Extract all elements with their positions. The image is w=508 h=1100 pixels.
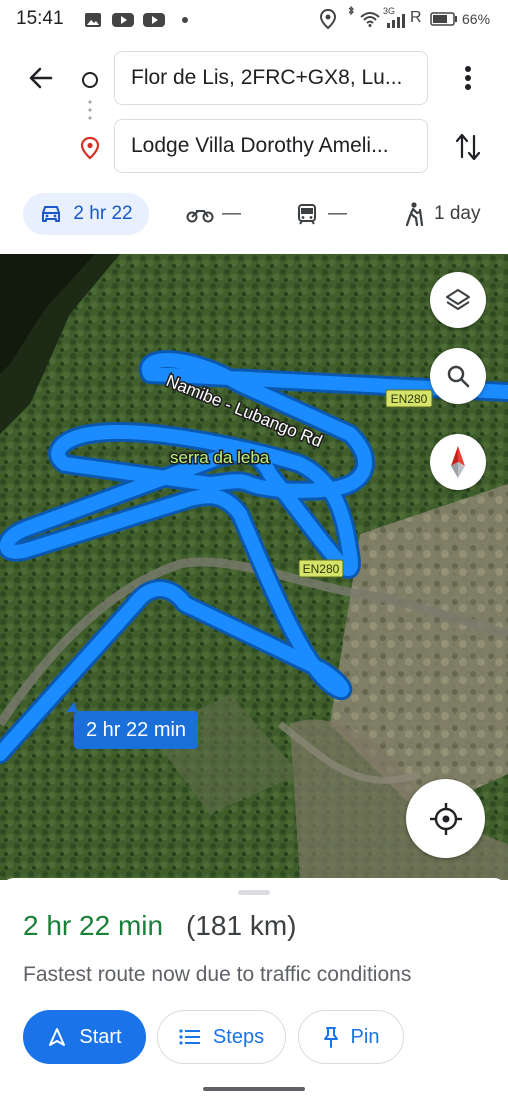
my-location-button[interactable] [406,779,485,858]
wifi-icon [360,12,380,27]
status-bar: 15:41 3G R 66% [0,0,508,38]
more-options-button[interactable] [458,64,478,97]
sheet-drag-handle[interactable] [238,890,270,895]
compass-button[interactable] [430,434,486,490]
place-label: serra da leba [170,448,270,467]
battery-icon [430,12,457,26]
back-arrow-icon [29,67,53,89]
notification-dot-icon [182,17,188,23]
navigation-arrow-icon [49,1028,66,1046]
back-button[interactable] [26,64,54,97]
svg-text:EN280: EN280 [391,392,428,406]
pin-button[interactable]: Pin [298,1010,404,1064]
map-view[interactable]: Namibe - Lubango Rd serra da leba EN280 … [0,254,508,880]
my-location-icon [429,802,462,835]
route-dots-icon [88,100,92,120]
mode-transit-tab[interactable]: — [296,193,347,235]
destination-field[interactable]: Lodge Villa Dorothy Ameli... [114,119,428,173]
transit-duration: — [328,203,347,224]
destination-pin-icon [80,136,100,160]
mode-drive-tab[interactable]: 2 hr 22 [23,193,149,235]
motorcycle-duration: — [222,203,241,224]
bluetooth-icon [348,6,354,16]
transit-icon [298,204,316,225]
road-shield-en280-top: EN280 [385,389,433,408]
search-icon [447,365,470,388]
route-duration-callout[interactable]: 2 hr 22 min [74,711,199,749]
layers-icon [446,289,470,310]
gallery-icon [85,13,101,27]
more-vert-icon [465,66,471,90]
origin-circle-icon [82,72,98,88]
route-note: Fastest route now due to traffic conditi… [23,963,412,986]
route-duration: 2 hr 22 min [23,910,164,941]
signal-icon [387,14,405,28]
motorcycle-icon [186,210,214,223]
youtube-icon [112,13,134,27]
start-label: Start [79,1025,122,1048]
search-along-route-button[interactable] [430,348,486,404]
status-time: 15:41 [16,8,64,29]
car-icon [42,206,61,222]
origin-field[interactable]: Flor de Lis, 2FRC+GX8, Lu... [114,51,428,105]
pin-icon [323,1027,338,1048]
youtube-icon-2 [143,13,165,27]
location-icon [320,9,336,29]
pin-label: Pin [350,1025,380,1048]
route-distance: (181 km) [186,910,297,941]
layers-button[interactable] [430,272,486,328]
carrier-letter: R [410,9,422,26]
compass-icon [451,446,465,478]
hiking-icon [405,202,424,227]
svg-text:EN280: EN280 [303,562,340,576]
gesture-nav-bar[interactable] [203,1087,305,1091]
walk-duration: 1 day [434,203,481,224]
steps-button[interactable]: Steps [157,1010,286,1064]
route-callout-text: 2 hr 22 min [86,718,187,741]
route-summary-sheet[interactable]: 2 hr 22 min (181 km) Fastest route now d… [0,878,508,1100]
steps-label: Steps [212,1025,265,1048]
destination-text: Lodge Villa Dorothy Ameli... [131,134,389,157]
swap-vert-icon [455,133,481,161]
drive-duration: 2 hr 22 [73,203,133,224]
mode-motorcycle-tab[interactable]: — [186,193,241,235]
origin-text: Flor de Lis, 2FRC+GX8, Lu... [131,66,403,89]
start-button[interactable]: Start [23,1010,146,1064]
road-shield-en280-bottom: EN280 [298,559,344,578]
mode-walk-tab[interactable]: 1 day [402,193,480,235]
list-icon [179,1029,200,1045]
callout-pointer [66,702,78,712]
battery-level: 66% [462,11,491,27]
swap-button[interactable] [454,131,482,168]
